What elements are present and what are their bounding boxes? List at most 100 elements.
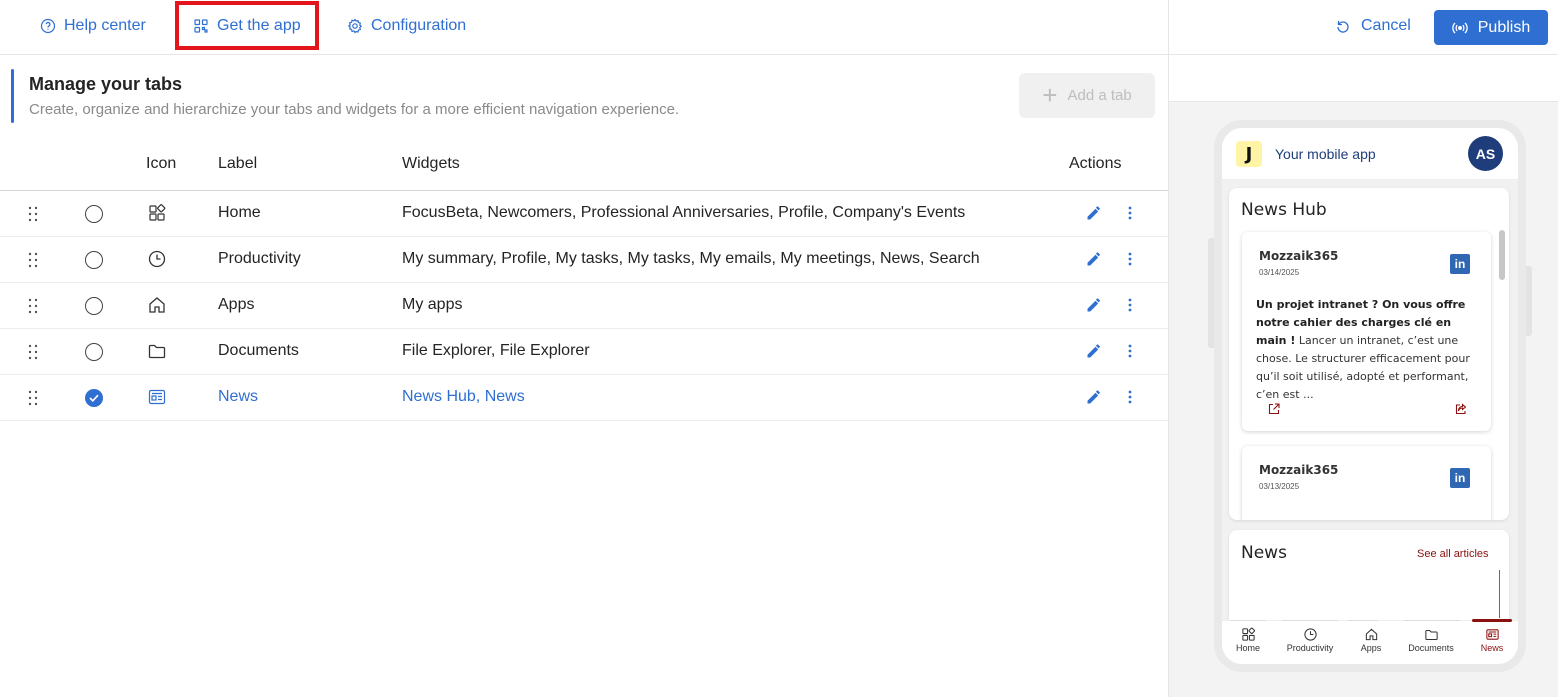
table-row[interactable]: Documents File Explorer, File Explorer — [0, 329, 1168, 375]
more-options-icon[interactable] — [1124, 342, 1136, 360]
folder-icon — [1424, 629, 1438, 640]
drag-handle-icon[interactable] — [27, 205, 39, 223]
row-select-radio[interactable] — [85, 251, 103, 269]
cancel-button[interactable]: Cancel — [1335, 17, 1411, 35]
drag-handle-icon[interactable] — [27, 297, 39, 315]
news-title: News — [1241, 543, 1287, 563]
linkedin-icon: in — [1450, 468, 1470, 488]
nav-tab-label: Documents — [1408, 643, 1454, 653]
publish-button[interactable]: Publish — [1434, 10, 1548, 45]
edit-pencil-icon[interactable] — [1085, 204, 1103, 222]
row-widgets: File Explorer, File Explorer — [402, 342, 590, 359]
nav-tab-label: News — [1480, 643, 1504, 653]
news-icon — [1485, 629, 1499, 640]
table-row[interactable]: News News Hub, News — [0, 375, 1168, 421]
nav-separator — [1348, 620, 1378, 621]
section-accent-bar — [11, 69, 14, 123]
see-all-articles-link[interactable]: See all articles — [1417, 548, 1489, 560]
news-divider — [1499, 570, 1500, 618]
edit-pencil-icon[interactable] — [1085, 388, 1103, 406]
nav-separator — [1404, 620, 1460, 621]
drag-handle-icon[interactable] — [27, 389, 39, 407]
cancel-label: Cancel — [1361, 17, 1411, 34]
preview-toolbar: Cancel Publish — [1168, 0, 1558, 55]
drag-handle-icon[interactable] — [27, 343, 39, 361]
more-options-icon[interactable] — [1124, 250, 1136, 268]
add-tab-button[interactable]: + Add a tab — [1019, 73, 1155, 118]
table-row[interactable]: Productivity My summary, Profile, My tas… — [0, 237, 1168, 283]
home-icon — [1365, 628, 1377, 641]
top-toolbar: Help center Get the app Configuration — [0, 0, 1168, 55]
row-label: Documents — [218, 342, 299, 359]
nav-tab-home[interactable]: Home — [1222, 625, 1278, 653]
configuration-label: Configuration — [371, 17, 467, 34]
undo-icon — [1337, 21, 1349, 33]
post-date: 03/13/2025 — [1259, 482, 1300, 491]
table-header: Icon Label Widgets Actions — [0, 140, 1168, 191]
row-widgets: News Hub, News — [402, 388, 525, 405]
news-post-card[interactable]: Mozzaik365 03/14/2025 in Un projet intra… — [1242, 232, 1491, 431]
nav-tab-productivity[interactable]: Productivity — [1280, 625, 1340, 653]
active-tab-indicator — [1472, 619, 1512, 622]
clock-icon — [1303, 628, 1317, 641]
row-label: News — [218, 388, 259, 405]
drag-handle-icon[interactable] — [27, 251, 39, 269]
highlight-annotation-box — [175, 1, 319, 50]
column-header-label: Label — [218, 155, 258, 172]
nav-tab-news[interactable]: News — [1462, 625, 1518, 653]
more-options-icon[interactable] — [1124, 204, 1136, 222]
nav-tab-label: Home — [1235, 643, 1260, 653]
more-options-icon[interactable] — [1124, 296, 1136, 314]
post-date: 03/14/2025 — [1259, 268, 1300, 277]
table-row[interactable]: Home FocusBeta, Newcomers, Professional … — [0, 191, 1168, 237]
row-select-radio[interactable] — [85, 389, 103, 407]
home-icon — [149, 297, 165, 313]
question-circle-icon — [40, 18, 56, 34]
broadcast-icon — [1452, 22, 1468, 33]
help-center-link[interactable]: Help center — [40, 17, 146, 35]
configuration-link[interactable]: Configuration — [347, 17, 466, 35]
nav-tab-documents[interactable]: Documents — [1401, 625, 1461, 653]
more-options-icon[interactable] — [1124, 388, 1136, 406]
edit-pencil-icon[interactable] — [1085, 296, 1103, 314]
nav-separator — [1230, 620, 1266, 621]
app-header: J Your mobile app AS — [1222, 128, 1518, 180]
phone-mockup: J Your mobile app AS News Hub Mozzaik365… — [1214, 120, 1526, 672]
row-select-radio[interactable] — [85, 205, 103, 223]
row-label: Apps — [218, 296, 255, 313]
clock-icon — [148, 250, 166, 268]
table-row[interactable]: Apps My apps — [0, 283, 1168, 329]
row-widgets: FocusBeta, Newcomers, Professional Anniv… — [402, 204, 966, 221]
scrollbar-thumb[interactable] — [1499, 230, 1505, 280]
phone-side-button — [1526, 266, 1532, 336]
avatar[interactable]: AS — [1468, 136, 1503, 171]
row-select-radio[interactable] — [85, 297, 103, 315]
news-post-card[interactable]: Mozzaik365 03/13/2025 in — [1242, 446, 1491, 520]
nav-tab-label: Apps — [1360, 643, 1382, 653]
page-subtitle: Create, organize and hierarchize your ta… — [29, 101, 680, 118]
gear-icon — [347, 18, 363, 34]
publish-label: Publish — [1477, 18, 1531, 36]
nav-tab-apps[interactable]: Apps — [1341, 625, 1401, 653]
row-select-radio[interactable] — [85, 343, 103, 361]
row-widgets: My summary, Profile, My tasks, My tasks,… — [402, 250, 980, 267]
add-tab-label: Add a tab — [1067, 87, 1132, 104]
nav-separator — [1282, 620, 1338, 621]
post-text: Un projet intranet ? On vous offre notre… — [1256, 296, 1478, 404]
checkmark-icon — [89, 394, 99, 402]
edit-pencil-icon[interactable] — [1085, 342, 1103, 360]
app-title: Your mobile app — [1275, 146, 1376, 162]
help-center-label: Help center — [64, 17, 146, 34]
apps-grid-icon — [1241, 627, 1255, 641]
news-hub-title: News Hub — [1241, 200, 1327, 220]
share-icon[interactable] — [1454, 402, 1468, 416]
column-header-widgets: Widgets — [402, 155, 460, 172]
bottom-navigation: Home Productivity Apps Documents News — [1222, 619, 1518, 664]
row-label: Home — [218, 204, 261, 221]
folder-icon — [148, 344, 166, 359]
post-author: Mozzaik365 — [1259, 463, 1339, 477]
linkedin-icon: in — [1450, 254, 1470, 274]
open-external-icon[interactable] — [1267, 402, 1281, 416]
edit-pencil-icon[interactable] — [1085, 250, 1103, 268]
row-label: Productivity — [218, 250, 301, 267]
